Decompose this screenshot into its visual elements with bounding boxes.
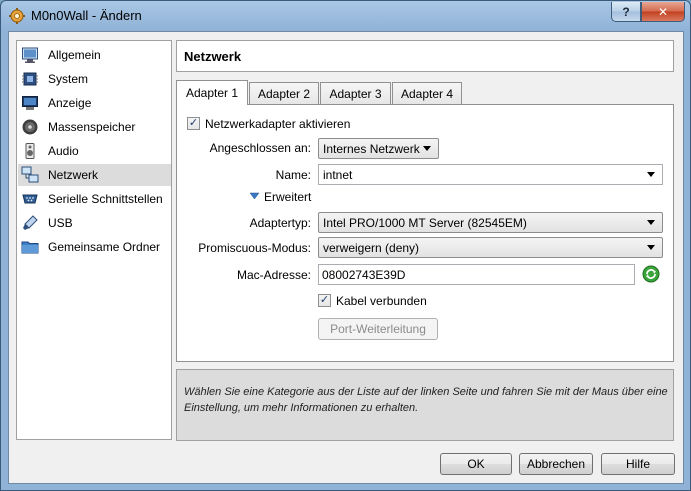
mac-address-field[interactable]: 08002743E39D bbox=[318, 264, 635, 285]
help-title-button[interactable]: ? bbox=[611, 2, 641, 22]
sidebar-item-label: Allgemein bbox=[48, 48, 101, 62]
tab-label: Adapter 4 bbox=[400, 86, 454, 101]
help-label: Hilfe bbox=[625, 457, 650, 471]
dialog-client: Allgemein System Anzeige Massenspeicher … bbox=[8, 31, 684, 484]
sidebar-item-label: Gemeinsame Ordner bbox=[48, 240, 161, 254]
dialog-window: M0n0Wall - Ändern ? ✕ Allgemein System A… bbox=[0, 0, 691, 491]
usb-icon bbox=[23, 215, 38, 230]
info-box: Wählen Sie eine Kategorie aus der Liste … bbox=[176, 369, 674, 441]
tab-adapter-3[interactable]: Adapter 3 bbox=[320, 82, 391, 104]
sidebar-item-label: Serielle Schnittstellen bbox=[48, 192, 163, 206]
attached-to-value: Internes Netzwerk bbox=[323, 141, 420, 156]
advanced-toggle[interactable]: Erweitert bbox=[264, 190, 311, 204]
sidebar-item-gemeinsame-ordner[interactable]: Gemeinsame Ordner bbox=[18, 236, 171, 258]
gear-icon bbox=[9, 8, 25, 24]
adapter-type-value: Intel PRO/1000 MT Server (82545EM) bbox=[323, 215, 527, 230]
sidebar-item-usb[interactable]: USB bbox=[18, 212, 171, 234]
port-forwarding-button[interactable]: Port-Weiterleitung bbox=[318, 318, 438, 340]
promiscuous-value: verweigern (deny) bbox=[323, 240, 420, 255]
tab-adapter-2[interactable]: Adapter 2 bbox=[249, 82, 319, 104]
window-title: M0n0Wall - Ändern bbox=[31, 8, 142, 23]
tab-label: Adapter 2 bbox=[257, 86, 311, 101]
sidebar-item-anzeige[interactable]: Anzeige bbox=[18, 92, 171, 114]
chevron-down-icon bbox=[647, 172, 655, 177]
display-icon bbox=[22, 96, 38, 110]
folder-icon bbox=[21, 241, 39, 254]
adapter-type-label: Adaptertyp: bbox=[249, 216, 311, 230]
speaker-icon bbox=[25, 143, 35, 159]
close-icon: ✕ bbox=[657, 4, 669, 19]
disk-icon bbox=[22, 119, 38, 135]
tab-adapter-4[interactable]: Adapter 4 bbox=[392, 82, 462, 104]
enable-adapter-checkbox[interactable]: ✓ bbox=[187, 117, 200, 130]
mac-value: 08002743E39D bbox=[322, 267, 406, 282]
chevron-down-icon bbox=[423, 146, 431, 151]
name-value: intnet bbox=[323, 167, 353, 182]
name-label: Name: bbox=[275, 168, 311, 182]
mac-label: Mac-Adresse: bbox=[236, 268, 311, 282]
close-button[interactable]: ✕ bbox=[641, 2, 685, 22]
sidebar-item-massenspeicher[interactable]: Massenspeicher bbox=[18, 116, 171, 138]
chevron-down-icon bbox=[647, 245, 655, 250]
category-list: Allgemein System Anzeige Massenspeicher … bbox=[16, 40, 172, 440]
sidebar-item-system[interactable]: System bbox=[18, 68, 171, 90]
sidebar-item-netzwerk[interactable]: Netzwerk bbox=[18, 164, 171, 186]
ok-label: OK bbox=[467, 457, 485, 471]
sidebar-item-audio[interactable]: Audio bbox=[18, 140, 171, 162]
sidebar-item-label: Massenspeicher bbox=[48, 120, 136, 134]
chip-icon bbox=[22, 72, 38, 86]
port-forwarding-label: Port-Weiterleitung bbox=[330, 322, 426, 336]
sidebar-item-label: Audio bbox=[48, 144, 79, 158]
cancel-label: Abbrechen bbox=[526, 457, 586, 471]
tab-adapter-1[interactable]: Adapter 1 bbox=[176, 80, 248, 105]
enable-adapter-label: Netzwerkadapter aktivieren bbox=[205, 117, 351, 131]
expand-arrow-icon[interactable] bbox=[249, 192, 260, 201]
promiscuous-select[interactable]: verweigern (deny) bbox=[318, 237, 663, 258]
sidebar-item-label: System bbox=[48, 72, 89, 86]
sidebar-item-label: Anzeige bbox=[48, 96, 92, 110]
chevron-down-icon bbox=[647, 220, 655, 225]
tab-label: Adapter 3 bbox=[329, 86, 382, 101]
monitor-icon bbox=[22, 47, 38, 63]
cable-connected-label: Kabel verbunden bbox=[336, 294, 427, 308]
help-button[interactable]: Hilfe bbox=[601, 453, 675, 475]
page-title: Netzwerk bbox=[184, 49, 242, 64]
tab-label: Adapter 1 bbox=[185, 86, 239, 100]
network-icon bbox=[21, 166, 39, 183]
adapter-type-select[interactable]: Intel PRO/1000 MT Server (82545EM) bbox=[318, 212, 663, 233]
ok-button[interactable]: OK bbox=[440, 453, 512, 475]
info-text: Wählen Sie eine Kategorie aus der Liste … bbox=[184, 386, 668, 414]
promiscuous-label: Promiscuous-Modus: bbox=[198, 241, 311, 255]
cancel-button[interactable]: Abbrechen bbox=[519, 453, 593, 475]
help-title-label: ? bbox=[622, 4, 630, 19]
attached-to-select[interactable]: Internes Netzwerk bbox=[318, 138, 439, 159]
sidebar-item-label: USB bbox=[48, 216, 73, 230]
attached-to-label: Angeschlossen an: bbox=[209, 141, 311, 155]
serial-icon bbox=[22, 194, 38, 204]
title-bar[interactable]: M0n0Wall - Ändern ? ✕ bbox=[1, 1, 690, 31]
adapter-panel: ✓ Netzwerkadapter aktivieren Angeschloss… bbox=[176, 104, 674, 362]
sidebar-item-label: Netzwerk bbox=[48, 168, 99, 182]
sidebar-item-serielle-schnittstellen[interactable]: Serielle Schnittstellen bbox=[18, 188, 171, 210]
refresh-icon[interactable] bbox=[642, 265, 660, 283]
name-combobox[interactable]: intnet bbox=[318, 164, 663, 185]
sidebar-item-allgemein[interactable]: Allgemein bbox=[18, 44, 171, 66]
section-header: Netzwerk bbox=[176, 40, 674, 72]
cable-connected-checkbox[interactable]: ✓ bbox=[318, 294, 331, 307]
